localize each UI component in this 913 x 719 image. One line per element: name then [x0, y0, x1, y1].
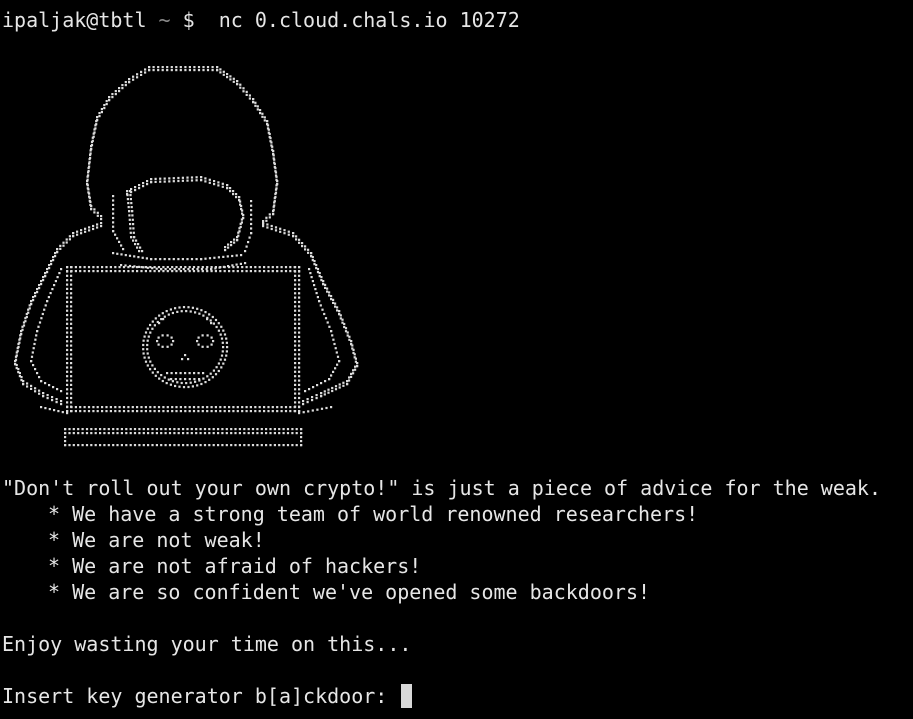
hooded-hacker-art-icon	[14, 66, 359, 447]
prompt-line: ipaljak@tbtl ~ $ nc 0.cloud.chals.io 102…	[2, 7, 520, 33]
text-cursor[interactable]	[401, 684, 413, 708]
quote-line: "Don't roll out your own crypto!" is jus…	[2, 476, 881, 500]
prompt-user-host: ipaljak@tbtl	[2, 8, 147, 32]
input-line[interactable]: Insert key generator b[a]ckdoor:	[2, 683, 413, 709]
command-text: nc 0.cloud.chals.io 10272	[218, 8, 520, 32]
bullet-line: * We are not afraid of hackers!	[48, 554, 422, 578]
input-prompt-label: Insert key generator b[a]ckdoor:	[2, 684, 400, 708]
bullet-line: * We are not weak!	[48, 528, 265, 552]
bullet-line: * We are so confident we've opened some …	[48, 580, 651, 604]
prompt-path: ~	[146, 8, 183, 32]
bullet-line: * We have a strong team of world renowne…	[48, 502, 699, 526]
prompt-symbol: $	[182, 8, 195, 32]
enjoy-line: Enjoy wasting your time on this...	[2, 632, 412, 656]
